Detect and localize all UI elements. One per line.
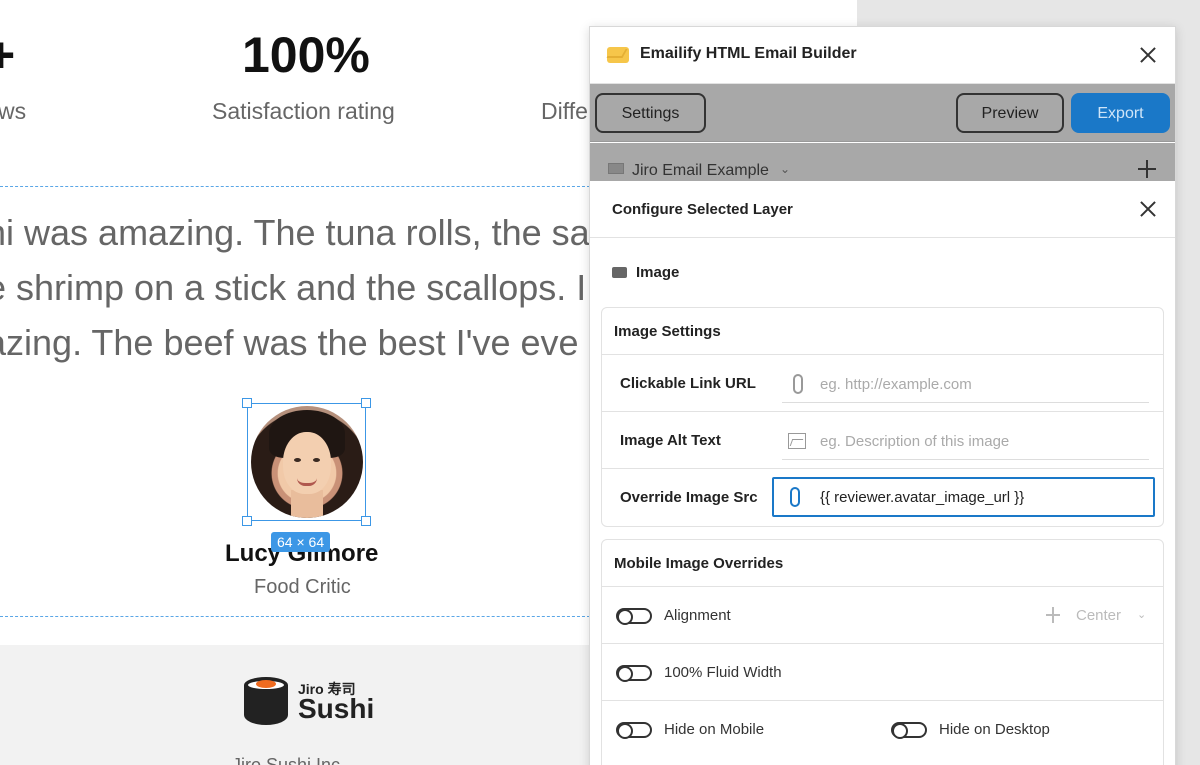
selection-guide-top <box>0 186 590 187</box>
link-icon <box>793 374 803 394</box>
image-settings-card: Image Settings Clickable Link URL eg. ht… <box>601 307 1164 527</box>
alignment-label: Alignment <box>664 607 731 624</box>
reviewer-avatar <box>251 406 363 518</box>
add-icon[interactable] <box>1138 160 1156 178</box>
fluid-width-label: 100% Fluid Width <box>664 664 782 681</box>
panel-titlebar: Emailify HTML Email Builder <box>590 27 1175 84</box>
resize-handle-bottom-left[interactable] <box>242 516 252 526</box>
settings-button[interactable]: Settings <box>595 93 706 133</box>
email-icon <box>608 163 624 174</box>
hide-on-mobile-label: Hide on Mobile <box>664 721 765 738</box>
link-url-placeholder: eg. http://example.com <box>820 376 972 393</box>
main-toolbar: Settings Preview Export <box>590 84 1175 142</box>
chevron-down-icon[interactable]: ⌄ <box>780 162 790 176</box>
override-src-label: Override Image Src <box>620 489 758 506</box>
alt-text-row: Image Alt Text eg. Description of this i… <box>602 412 1163 469</box>
close-config-icon[interactable] <box>1139 200 1157 218</box>
reviewer-title: Food Critic <box>254 576 351 598</box>
preview-button[interactable]: Preview <box>956 93 1064 133</box>
resize-handle-top-right[interactable] <box>361 398 371 408</box>
hide-on-desktop-toggle[interactable] <box>891 722 927 739</box>
link-url-row: Clickable Link URL eg. http://example.co… <box>602 355 1163 412</box>
alignment-toggle[interactable] <box>616 608 652 625</box>
project-name-dropdown[interactable]: Jiro Email Example <box>632 162 769 180</box>
stat-value-satisfaction: 100% <box>242 27 370 83</box>
stat-label-reviews: ws <box>0 98 27 124</box>
config-title: Configure Selected Layer <box>612 201 793 218</box>
fluid-width-row: 100% Fluid Width <box>602 644 1163 701</box>
link-icon <box>790 487 800 507</box>
image-settings-heading: Image Settings <box>602 308 1163 355</box>
logo-wordmark: Sushi <box>298 693 375 724</box>
fluid-width-toggle[interactable] <box>616 665 652 682</box>
image-size-badge: 64 × 64 <box>271 532 331 552</box>
config-header: Configure Selected Layer <box>590 181 1175 238</box>
alt-text-label: Image Alt Text <box>620 432 721 449</box>
footer-company-name: Jiro Sushi Inc <box>232 755 341 765</box>
stat-label-satisfaction: Satisfaction rating <box>212 98 395 124</box>
stat-value-reviews: + <box>0 27 16 83</box>
alt-text-placeholder: eg. Description of this image <box>820 433 1010 450</box>
image-layer-icon <box>612 267 627 278</box>
selection-guide-bottom <box>0 616 590 617</box>
link-url-input[interactable]: eg. http://example.com <box>782 365 1149 403</box>
alignment-select[interactable]: Center <box>1076 607 1121 624</box>
alignment-row: Alignment Center ⌄ <box>602 587 1163 644</box>
close-plugin-icon[interactable] <box>1139 46 1157 64</box>
override-src-row: Override Image Src {{ reviewer.avatar_im… <box>602 469 1163 526</box>
testimonial-quote-line: azing. The beef was the best I've eve <box>0 322 579 363</box>
export-button[interactable]: Export <box>1071 93 1170 133</box>
hide-on-desktop-label: Hide on Desktop <box>939 721 1050 738</box>
emailify-logo-icon <box>607 47 629 63</box>
resize-handle-bottom-right[interactable] <box>361 516 371 526</box>
mobile-overrides-heading: Mobile Image Overrides <box>602 540 1163 587</box>
override-src-input[interactable]: {{ reviewer.avatar_image_url }} <box>772 477 1155 517</box>
sushi-logo-icon <box>244 677 288 725</box>
chevron-down-icon[interactable]: ⌄ <box>1137 608 1146 621</box>
align-center-icon <box>1046 607 1060 623</box>
testimonial-quote-line: e shrimp on a stick and the scallops. I <box>0 267 587 308</box>
link-url-label: Clickable Link URL <box>620 375 756 392</box>
testimonial-quote-line: hi was amazing. The tuna rolls, the sa <box>0 212 590 253</box>
selected-avatar-image[interactable] <box>242 398 371 526</box>
app-title: Emailify HTML Email Builder <box>640 45 857 62</box>
email-builder-panel: Emailify HTML Email Builder Settings Pre… <box>589 26 1176 765</box>
visibility-row: Hide on Mobile Hide on Desktop <box>602 701 1163 758</box>
project-selector-bar: Jiro Email Example ⌄ <box>590 143 1175 181</box>
mobile-overrides-card: Mobile Image Overrides Alignment Center … <box>601 539 1164 765</box>
stat-label-different: Diffe <box>541 98 588 124</box>
hide-on-mobile-toggle[interactable] <box>616 722 652 739</box>
resize-handle-top-left[interactable] <box>242 398 252 408</box>
layer-type-label: Image <box>636 264 680 281</box>
override-src-value: {{ reviewer.avatar_image_url }} <box>820 489 1025 506</box>
alt-text-input[interactable]: eg. Description of this image <box>782 422 1149 460</box>
image-icon <box>788 433 806 449</box>
